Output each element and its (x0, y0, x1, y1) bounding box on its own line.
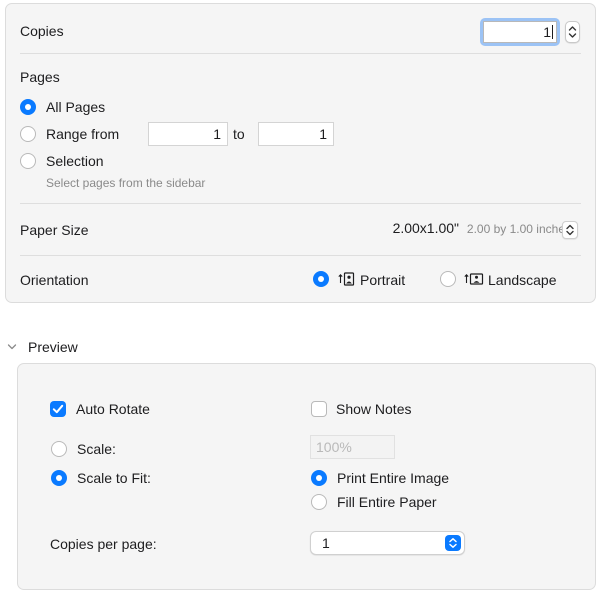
text-caret (552, 25, 553, 39)
scale-radio[interactable] (51, 441, 67, 457)
range-to-label: to (233, 126, 245, 142)
scale-label: Scale: (77, 441, 116, 457)
range-start-input[interactable]: 1 (148, 122, 228, 146)
paper-size-label: Paper Size (20, 222, 89, 238)
copies-label: Copies (20, 23, 64, 39)
all-pages-radio[interactable] (20, 99, 36, 115)
landscape-icon (464, 273, 484, 285)
copies-stepper[interactable] (565, 21, 580, 43)
paper-size-detail: 2.00 by 1.00 inches (466, 222, 571, 236)
scale-to-fit-label: Scale to Fit: (77, 470, 151, 486)
fill-entire-paper-radio[interactable] (311, 494, 327, 510)
select-arrow-button (445, 535, 461, 551)
all-pages-label: All Pages (46, 99, 106, 115)
range-radio[interactable] (20, 126, 36, 142)
chevron-updown-icon (566, 224, 574, 236)
scale-input[interactable]: 100% (310, 435, 395, 459)
auto-rotate-checkbox[interactable] (50, 401, 66, 417)
range-from-label: Range from (46, 126, 120, 142)
selection-radio[interactable] (20, 153, 36, 169)
fill-entire-paper-label: Fill Entire Paper (337, 494, 437, 510)
landscape-radio[interactable] (440, 271, 456, 287)
divider (20, 203, 581, 204)
selection-hint: Select pages from the sidebar (46, 176, 206, 190)
scale-to-fit-radio[interactable] (51, 470, 67, 486)
range-end-input[interactable]: 1 (258, 122, 334, 146)
selection-label: Selection (46, 153, 104, 169)
checkmark-icon (52, 404, 64, 414)
copies-per-page-label: Copies per page: (50, 536, 157, 552)
show-notes-checkbox[interactable] (311, 401, 327, 417)
landscape-label: Landscape (488, 272, 557, 288)
chevron-down-icon[interactable] (7, 343, 17, 351)
preview-section-label[interactable]: Preview (28, 339, 78, 355)
portrait-icon (338, 272, 355, 286)
chevron-updown-icon (449, 538, 457, 548)
print-entire-image-radio[interactable] (311, 470, 327, 486)
paper-size-popup-button[interactable] (562, 221, 578, 239)
portrait-label: Portrait (360, 272, 406, 288)
show-notes-label: Show Notes (336, 401, 412, 417)
auto-rotate-label: Auto Rotate (76, 401, 150, 417)
portrait-radio[interactable] (313, 271, 329, 287)
print-entire-image-label: Print Entire Image (337, 470, 450, 486)
stepper-chevrons-icon (568, 26, 577, 38)
divider (20, 255, 581, 256)
pages-label: Pages (20, 69, 60, 85)
copies-value: 1 (543, 24, 551, 40)
print-settings-panel: Copies 1 Pages All Pages Range from 1 to… (5, 3, 596, 303)
copies-input[interactable]: 1 (483, 21, 557, 43)
paper-size-value: 2.00x1.00" (392, 220, 460, 236)
paper-size-popup[interactable]: 2.00x1.00" 2.00 by 1.00 inches (393, 220, 571, 240)
divider (20, 53, 581, 54)
copies-per-page-select[interactable]: 1 (310, 531, 465, 555)
copies-per-page-value: 1 (322, 535, 330, 551)
orientation-label: Orientation (20, 272, 89, 288)
